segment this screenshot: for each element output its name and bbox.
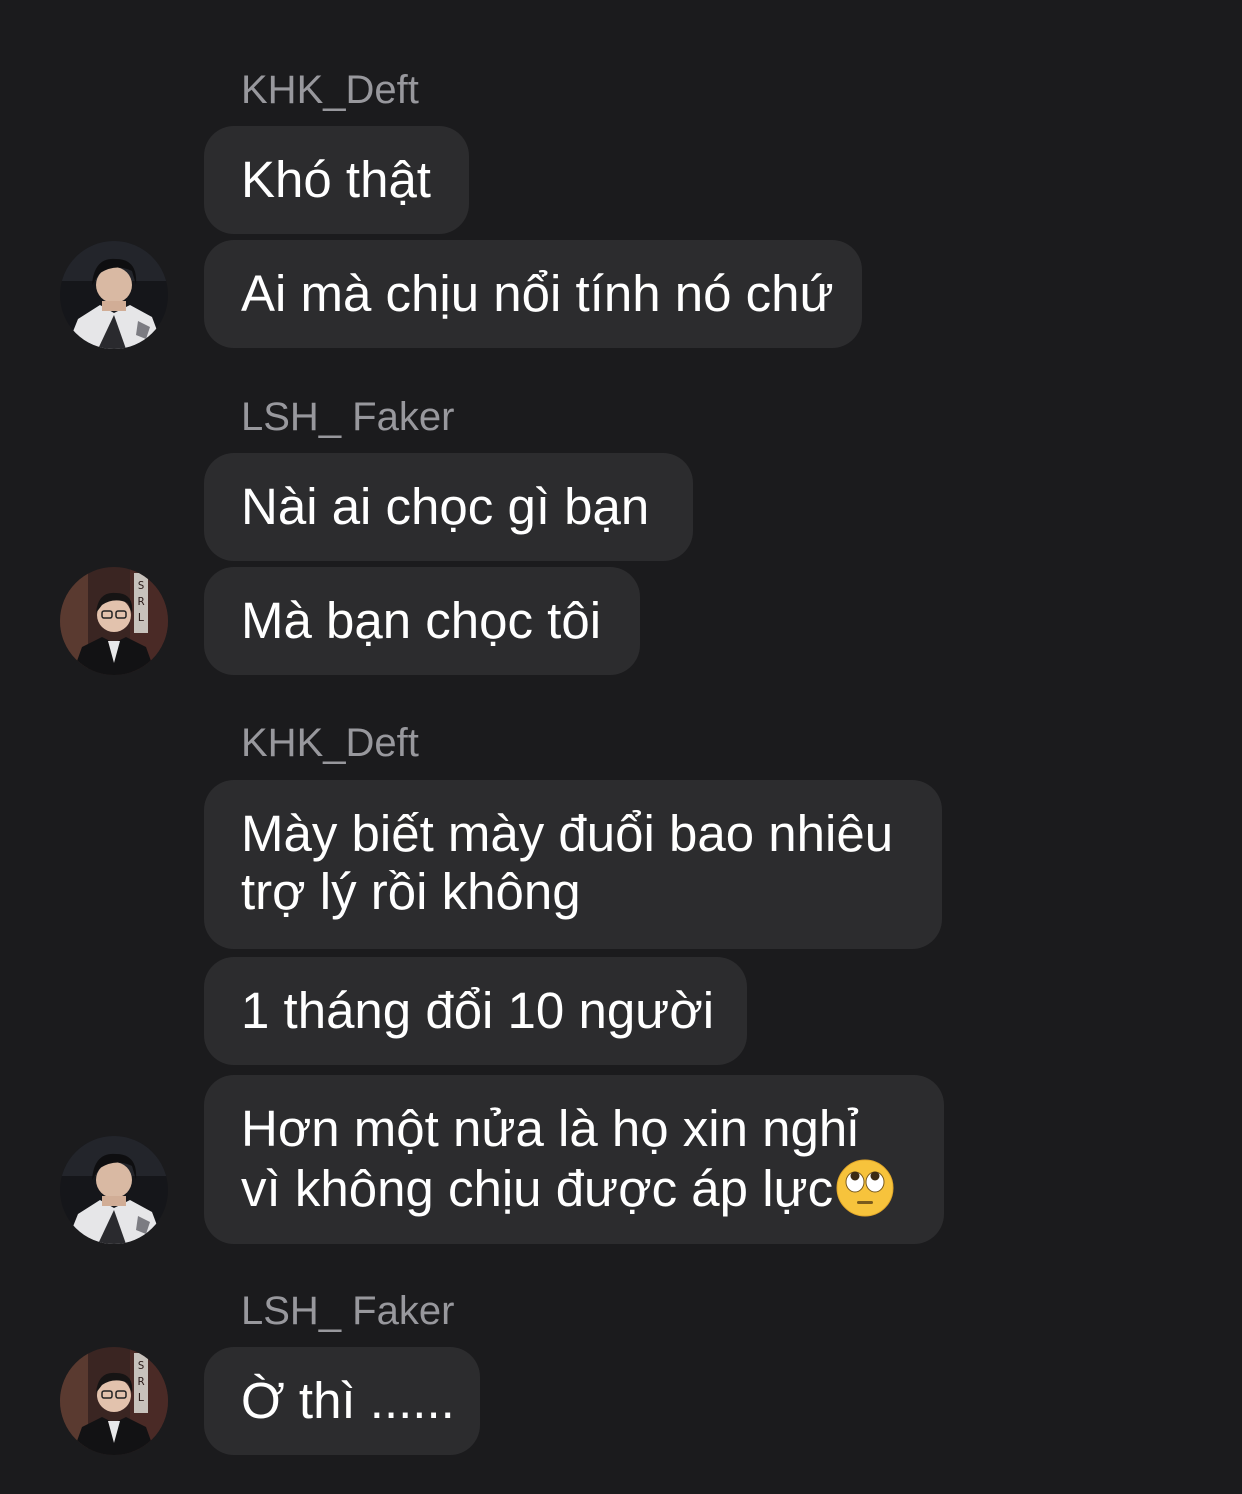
svg-text:R: R	[138, 1375, 145, 1388]
svg-text:S: S	[138, 1359, 145, 1372]
message-bubble[interactable]: Khó thật	[204, 126, 469, 234]
message-bubble[interactable]: Hơn một nửa là họ xin nghỉ vì không chịu…	[204, 1075, 944, 1244]
message-text: 1 tháng đổi 10 người	[241, 982, 715, 1039]
message-text: Nài ai chọc gì bạn	[241, 478, 650, 535]
avatar-faker[interactable]: S R L	[60, 567, 168, 675]
sender-name-faker: LSH_ Faker	[241, 1289, 455, 1333]
message-bubble[interactable]: Nài ai chọc gì bạn	[204, 453, 693, 561]
avatar-deft[interactable]	[60, 1136, 168, 1244]
message-text: Mà bạn chọc tôi	[241, 592, 602, 649]
message-bubble[interactable]: Ờ thì ......	[204, 1347, 480, 1455]
sender-name-deft: KHK_Deft	[241, 68, 419, 112]
sender-name-deft: KHK_Deft	[241, 721, 419, 765]
message-text: Ờ thì ......	[241, 1372, 455, 1429]
message-bubble[interactable]: Ai mà chịu nổi tính nó chứ	[204, 240, 862, 348]
message-text: Mày biết mày đuổi bao nhiêu trợ lý rồi k…	[241, 805, 894, 920]
svg-text:L: L	[138, 1391, 145, 1404]
svg-text:L: L	[138, 611, 145, 624]
message-text: Ai mà chịu nổi tính nó chứ	[241, 265, 834, 322]
sender-name-faker: LSH_ Faker	[241, 395, 455, 439]
avatar-faker[interactable]: S R L	[60, 1347, 168, 1455]
message-bubble[interactable]: Mày biết mày đuổi bao nhiêu trợ lý rồi k…	[204, 780, 942, 949]
face-with-rolling-eyes-icon	[835, 1158, 895, 1230]
message-text: Khó thật	[241, 151, 431, 208]
avatar-deft[interactable]	[60, 241, 168, 349]
svg-text:R: R	[138, 595, 145, 608]
message-bubble[interactable]: Mà bạn chọc tôi	[204, 567, 640, 675]
avatar-poster-text: S	[138, 579, 145, 592]
message-text: Hơn một nửa là họ xin nghỉ vì không chịu…	[241, 1100, 859, 1217]
message-bubble[interactable]: 1 tháng đổi 10 người	[204, 957, 747, 1065]
